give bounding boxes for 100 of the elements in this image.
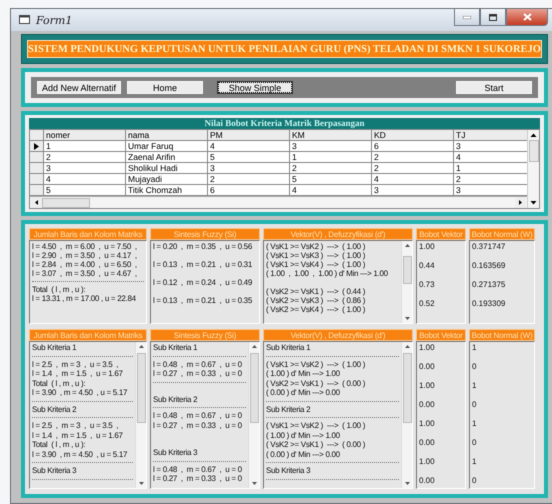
scroll-thumb[interactable]	[402, 353, 412, 423]
value-text: 1.00	[419, 419, 435, 428]
result-text: Sub Kriteria 2	[32, 404, 78, 414]
result-text: Sub Kriteria 1	[266, 343, 312, 352]
column-header[interactable]: KM	[290, 130, 372, 140]
result-text: Sub Kriteria 3	[153, 448, 198, 458]
table-cell: 6	[208, 185, 290, 195]
table-cell: 6	[372, 141, 454, 151]
column-header[interactable]: PM	[208, 130, 290, 140]
result-text: Sub Kriteria 2	[266, 404, 312, 414]
result-text: Sub Kriteria 3	[266, 466, 312, 476]
scroll-thumb[interactable]	[136, 353, 146, 423]
value-text: 0.371747	[472, 242, 506, 251]
scroll-thumb[interactable]	[528, 140, 538, 162]
table-cell-text: 3	[455, 185, 462, 195]
column-header[interactable]: nomer	[44, 130, 126, 140]
column-header: Vektor(V) , Defuzzyfikasi (d')	[263, 329, 413, 341]
value-text: 0.193309	[472, 299, 506, 308]
result-text: l = 0.27 , m = 0.33 , u = 0	[153, 369, 243, 378]
table-cell: 3	[208, 163, 290, 173]
row-pointer-icon	[34, 142, 39, 150]
column-header[interactable]: TJ	[454, 130, 514, 140]
table-cell: 2	[372, 163, 454, 173]
vertical-scrollbar[interactable]	[527, 130, 539, 208]
column-header: Jumlah Baris dan Kolom Matriks	[29, 329, 147, 341]
column-header[interactable]: KD	[372, 130, 454, 140]
table-cell: 1	[290, 152, 372, 162]
close-button[interactable]	[506, 9, 548, 26]
vertical-scrollbar[interactable]	[248, 342, 259, 488]
result-text: Sub Kriteria 3	[32, 466, 78, 476]
result-text: Sub Kriteria 1	[153, 343, 198, 352]
column-header: Jumlah Baris dan Kolom Matriks	[29, 228, 147, 240]
result-text: Sub Kriteria 2	[153, 394, 198, 404]
value-text: 0.163569	[472, 261, 506, 270]
column-header: Sintesis Fuzzy (Si)	[150, 228, 260, 240]
table-cell: 5	[208, 152, 290, 162]
table-cell: Zaenal Arifin	[126, 152, 208, 162]
vertical-scrollbar[interactable]	[401, 342, 412, 488]
scroll-thumb[interactable]	[250, 353, 258, 423]
maximize-button[interactable]	[480, 9, 506, 26]
row-selector[interactable]	[30, 141, 44, 151]
result-text: l = 0.13 , m = 0.21 , u = 0.35	[153, 296, 253, 305]
result-text: Sub Kriteria 1	[32, 343, 78, 352]
result-text: Total ( l , m , u ):	[32, 285, 86, 294]
result-text: ( VsK2 >= VsK1 ) ---> ( 0.00 )	[266, 378, 366, 388]
toolbar-button[interactable]: Show Simple	[217, 81, 294, 94]
table-cell: 5	[290, 174, 372, 184]
table-cell: 5	[44, 185, 126, 195]
close-icon	[522, 13, 532, 21]
grid-title: Nilai Bobot Kriteria Matrik Berpasangan	[29, 118, 540, 129]
result-text: ( VsK1 >= VsK2 ) ---> ( 1.00 )	[266, 421, 366, 430]
minimize-button[interactable]	[454, 9, 480, 26]
result-text: l = 0.48 , m = 0.67 , u = 0	[153, 464, 243, 474]
value-text: 0.00	[419, 400, 435, 409]
column-header: Bobot Normal (W)	[469, 228, 535, 240]
vertical-scrollbar[interactable]	[135, 342, 146, 488]
result-text: l = 2.5 , m = 3 , u = 3.5 ,	[32, 360, 120, 369]
result-text: l = 0.12 , m = 0.24 , u = 0.49	[153, 278, 253, 287]
value-text: 1	[472, 343, 476, 352]
result-text: l = 0.48 , m = 0.67 , u = 0	[153, 411, 243, 420]
result-text: l = 3.90 , m = 4.50 , u = 5.17	[32, 388, 128, 398]
value-text: 0.73	[419, 280, 435, 289]
table-cell: 2	[372, 152, 454, 162]
result-text: ( 1.00 ) d' Min ---> 1.00	[266, 430, 341, 440]
scroll-thumb[interactable]	[42, 198, 90, 208]
result-text: l = 0.13 , m = 0.21 , u = 0.31	[153, 260, 253, 269]
result-text: ( VsK2 >= VsK1 ) ---> ( 0.44 )	[266, 287, 366, 296]
value-text: 0.271375	[472, 280, 506, 289]
toolbar-button[interactable]: Home	[127, 81, 204, 94]
column-header: Bobot Normal (W)	[469, 329, 535, 341]
window-title: Form1	[36, 14, 72, 26]
table-cell: 4	[372, 174, 454, 184]
value-text: 0.00	[419, 362, 435, 371]
table-cell-text: 3	[455, 141, 462, 151]
value-text: 0.00	[419, 438, 435, 447]
value-text: 1	[472, 381, 476, 390]
result-text: l = 1.4 , m = 1.5 , u = 1.67	[32, 430, 124, 440]
table-cell: 3	[44, 163, 126, 173]
table-cell: 2	[208, 174, 290, 184]
value-text: 0.44	[419, 261, 435, 270]
result-text: ( VsK1 >= VsK4 ) ---> ( 1.00 )	[266, 260, 366, 269]
window-icon	[19, 15, 31, 25]
result-text: l = 3.07 , m = 3.50 , u = 4.67 ,	[32, 269, 138, 278]
table-cell: 4	[208, 141, 290, 151]
toolbar-button[interactable]: Add New Alternatif	[37, 81, 122, 94]
column-header: Bobot Vektor	[416, 228, 466, 240]
result-text: l = 2.84 , m = 4.00 , u = 6.50 ,	[32, 260, 138, 269]
result-text: ( VsK2 >= VsK4 ) ---> ( 1.00 )	[266, 305, 366, 314]
vertical-scrollbar[interactable]	[401, 241, 412, 323]
horizontal-scrollbar[interactable]	[30, 196, 527, 208]
value-text: 0.52	[419, 299, 435, 308]
column-header[interactable]: nama	[126, 130, 208, 140]
result-text: ( 1.00 , 1.00 , 1.00 ) d' Min ---> 1.00	[266, 269, 389, 278]
result-text: ( VsK2 >= VsK1 ) ---> ( 0.00 )	[266, 440, 366, 450]
table-cell: 1	[44, 141, 126, 151]
column-header: Vektor(V) , Defuzzyfikasi (d')	[263, 228, 413, 240]
scroll-thumb[interactable]	[402, 256, 412, 284]
toolbar-button[interactable]: Start	[456, 81, 532, 94]
minimize-icon	[463, 16, 471, 18]
value-text: 1.00	[419, 381, 435, 390]
